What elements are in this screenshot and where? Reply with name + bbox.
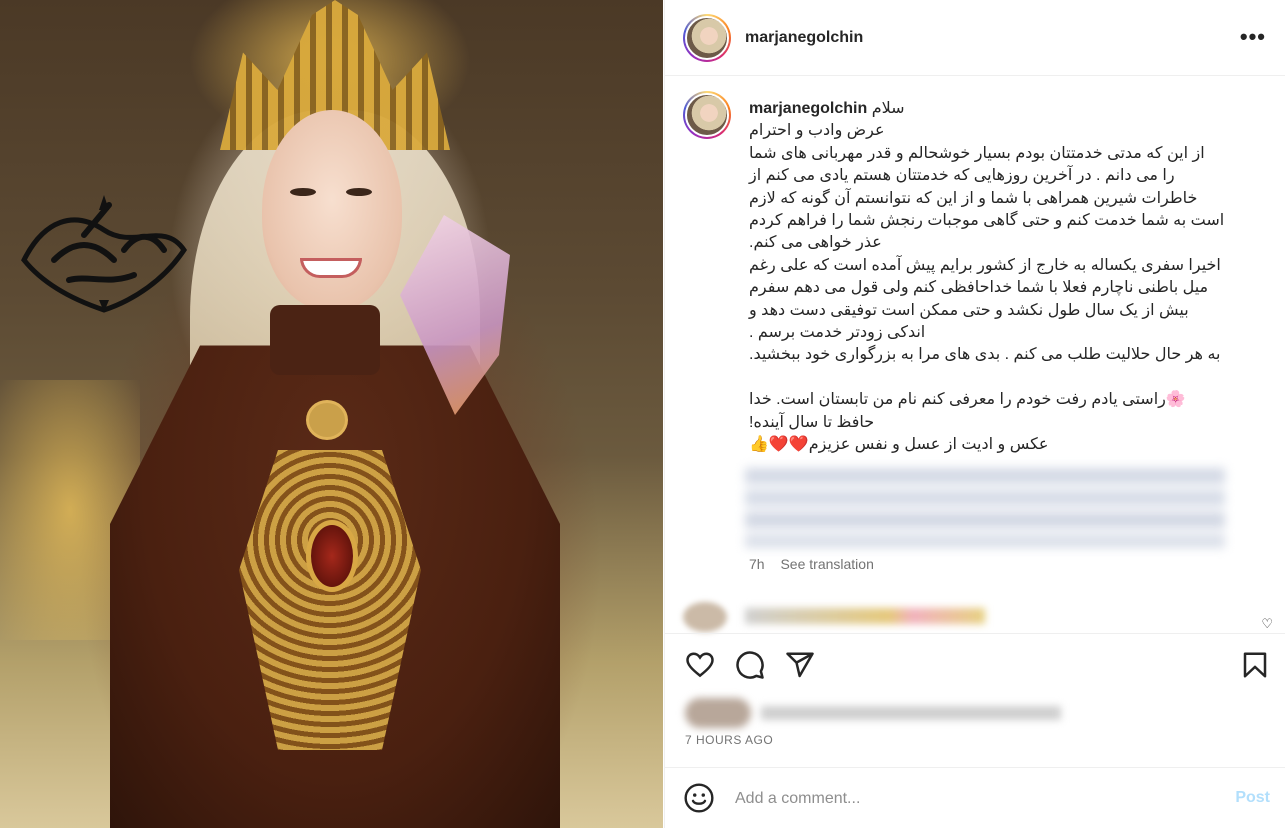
blurred-hashtags: [745, 462, 1225, 554]
paper-plane-icon[interactable]: [785, 650, 815, 680]
caption-line: اندکی زودتر خدمت برسم .: [749, 324, 926, 342]
caption-meta: 7h See translation: [749, 556, 874, 572]
comment-input[interactable]: [735, 785, 1195, 813]
comment-like-icon[interactable]: ♡: [1261, 616, 1273, 632]
likes-row-blurred: [685, 696, 1065, 732]
post-image[interactable]: [0, 0, 663, 828]
caption-line: اخیرا سفری یکساله به خارج از کشور برایم …: [749, 256, 1221, 274]
figure-gem: [306, 520, 358, 592]
caption-username[interactable]: marjanegolchin: [749, 100, 867, 117]
post-header: marjanegolchin •••: [665, 0, 1285, 76]
caption-avatar[interactable]: [683, 91, 731, 139]
action-bar: [665, 633, 1285, 693]
caption-line: عذر خواهی می کنم.: [749, 234, 882, 252]
more-options-icon[interactable]: •••: [1240, 24, 1266, 50]
add-comment-bar: Post: [665, 767, 1285, 828]
header-username[interactable]: marjanegolchin: [745, 29, 863, 47]
caption-age: 7h: [749, 556, 765, 572]
caption-line: به هر حال حلالیت طلب می کنم . بدی های مر…: [749, 346, 1221, 364]
avatar[interactable]: [683, 14, 731, 62]
caption-line: 🌸راستی یادم رفت خودم را معرفی کنم نام من…: [749, 391, 1186, 409]
figure-pendant: [306, 400, 348, 440]
caption-text: marjanegolchin سلام عرض وادب و احترام از…: [749, 98, 1269, 457]
comment-text-blurred: [745, 608, 985, 624]
caption-first-line: marjanegolchin سلام: [749, 100, 905, 117]
caption-line: عکس و ادیت از عسل و نفس عزیزم❤️❤️👍: [749, 436, 1049, 454]
figure-collar: [270, 305, 380, 375]
caption-line: است به شما خدمت کنم و حتی گاهی موجبات رن…: [749, 212, 1225, 230]
caption-line: میل باطنی ناچارم فعلا با شما خداحافظی کن…: [749, 279, 1209, 297]
heart-icon[interactable]: [685, 650, 715, 680]
caption-line: را می دانم . در آخرین روزهایی که خدمتتان…: [749, 167, 1175, 185]
comment-icon[interactable]: [735, 650, 765, 680]
figure-eye-right: [346, 188, 372, 196]
likes-text-blurred[interactable]: [761, 706, 1061, 720]
liker-avatars[interactable]: [685, 698, 751, 728]
comment-row-blurred: ♡: [683, 602, 1273, 632]
caption-line: عرض وادب و احترام: [749, 122, 885, 140]
caption-line: از این که مدتی خدمتتان بودم بسیار خوشحال…: [749, 144, 1205, 162]
smiley-icon[interactable]: [683, 782, 715, 814]
figure-face: [262, 110, 402, 310]
caption-line: بیش از یک سال طول نکشد و حتی ممکن است تو…: [749, 301, 1189, 319]
caption-section: marjanegolchin سلام عرض وادب و احترام از…: [665, 77, 1285, 597]
caption-line: خاطرات شیرین همراهی با شما و از این که ن…: [749, 189, 1198, 207]
figure-eye-left: [290, 188, 316, 196]
post-timestamp[interactable]: 7 HOURS AGO: [685, 733, 773, 747]
bookmark-icon[interactable]: [1240, 650, 1270, 680]
caption-line: حافظ تا سال آینده!: [749, 413, 875, 431]
post-comment-button[interactable]: Post: [1235, 789, 1270, 807]
see-translation-link[interactable]: See translation: [780, 556, 873, 572]
calligraphy-logo: [21, 195, 188, 313]
post-detail-panel: marjanegolchin ••• marjanegolchin سلام ع…: [664, 0, 1285, 828]
commenter-avatar[interactable]: [683, 602, 727, 632]
